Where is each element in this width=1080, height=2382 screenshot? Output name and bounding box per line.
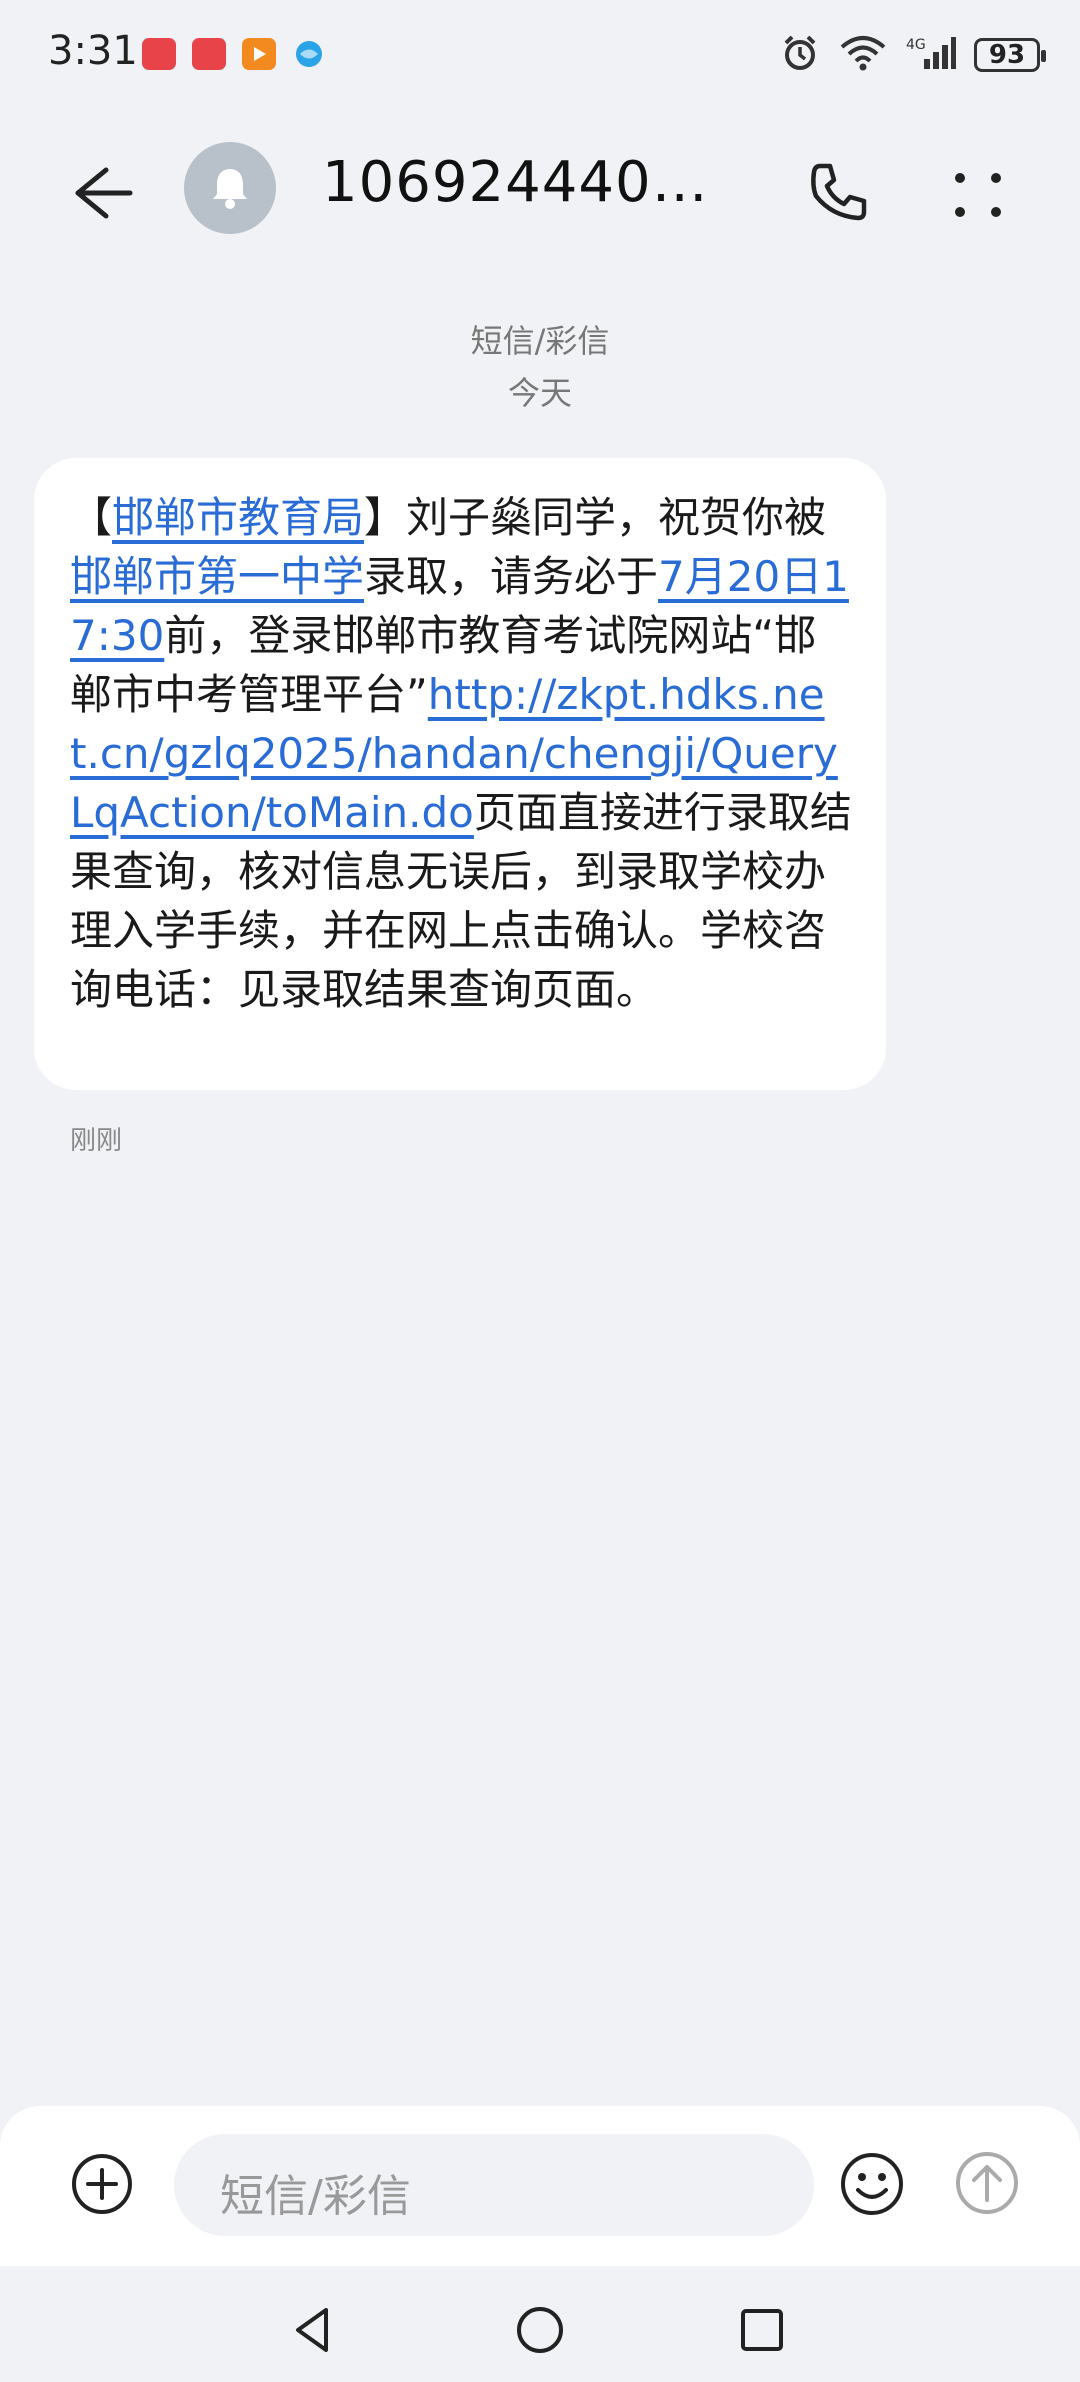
browser-app-icon <box>292 38 326 70</box>
circle-home-icon <box>517 2307 563 2353</box>
smiley-icon <box>841 2153 903 2215</box>
plus-circle-icon <box>72 2154 132 2214</box>
bell-icon <box>213 169 247 209</box>
message-text-segment: 【 <box>70 493 113 542</box>
status-icons: 4G 93 <box>780 28 1046 82</box>
message-bubble[interactable]: 【邯郸市教育局】刘子燊同学，祝贺你被邯郸市第一中学录取，请务必于7月20日17:… <box>34 458 886 1090</box>
more-options-button[interactable] <box>940 156 1016 232</box>
conversation-title: 10692444000... <box>322 150 742 215</box>
back-arrow-icon <box>75 167 133 219</box>
square-recents-icon <box>741 2309 783 2351</box>
back-button[interactable] <box>66 158 136 228</box>
message-type-label: 短信/彩信 <box>470 322 610 360</box>
message-input[interactable]: 短信/彩信 <box>174 2134 814 2236</box>
system-nav-bar <box>0 2266 1080 2382</box>
status-time: 3:31 <box>48 28 138 74</box>
signal-4g-icon: 4G <box>906 33 956 77</box>
alarm-icon <box>780 33 820 77</box>
message-text-segment: 录取，请务必于 <box>364 552 659 601</box>
battery-icon: 93 <box>974 38 1046 72</box>
contact-avatar[interactable] <box>184 142 276 234</box>
message-text: 【邯郸市教育局】刘子燊同学，祝贺你被邯郸市第一中学录取，请务必于7月20日17:… <box>70 488 852 1019</box>
message-text-segment: 】刘子燊同学，祝贺你被 <box>364 493 827 542</box>
add-attachment-button[interactable] <box>70 2152 134 2216</box>
huawei-app-icon <box>192 38 226 70</box>
nav-home-button[interactable] <box>512 2302 568 2358</box>
video-app-icon <box>242 38 276 70</box>
svg-text:4G: 4G <box>906 37 926 53</box>
send-button[interactable] <box>954 2150 1020 2216</box>
message-time: 刚刚 <box>70 1126 123 1156</box>
date-label: 今天 <box>507 374 572 412</box>
nav-back-button[interactable] <box>286 2302 342 2358</box>
triangle-back-icon <box>296 2308 328 2352</box>
link-school[interactable]: 邯郸市第一中学 <box>70 552 364 601</box>
composer-bar: 短信/彩信 <box>0 2106 1080 2266</box>
call-button[interactable] <box>800 156 876 232</box>
phone-icon <box>811 163 867 221</box>
send-arrow-icon <box>956 2152 1018 2214</box>
wifi-icon <box>838 33 888 77</box>
message-input-placeholder: 短信/彩信 <box>220 2171 411 2222</box>
conversation-header: 10692444000... <box>0 130 1080 250</box>
emoji-button[interactable] <box>838 2150 906 2218</box>
status-bar: 3:31 4G 93 <box>0 0 1080 110</box>
nav-recents-button[interactable] <box>734 2302 790 2358</box>
more-dots-icon <box>955 173 1001 217</box>
huawei-app-icon <box>142 38 176 70</box>
link-sender[interactable]: 邯郸市教育局 <box>112 493 364 542</box>
